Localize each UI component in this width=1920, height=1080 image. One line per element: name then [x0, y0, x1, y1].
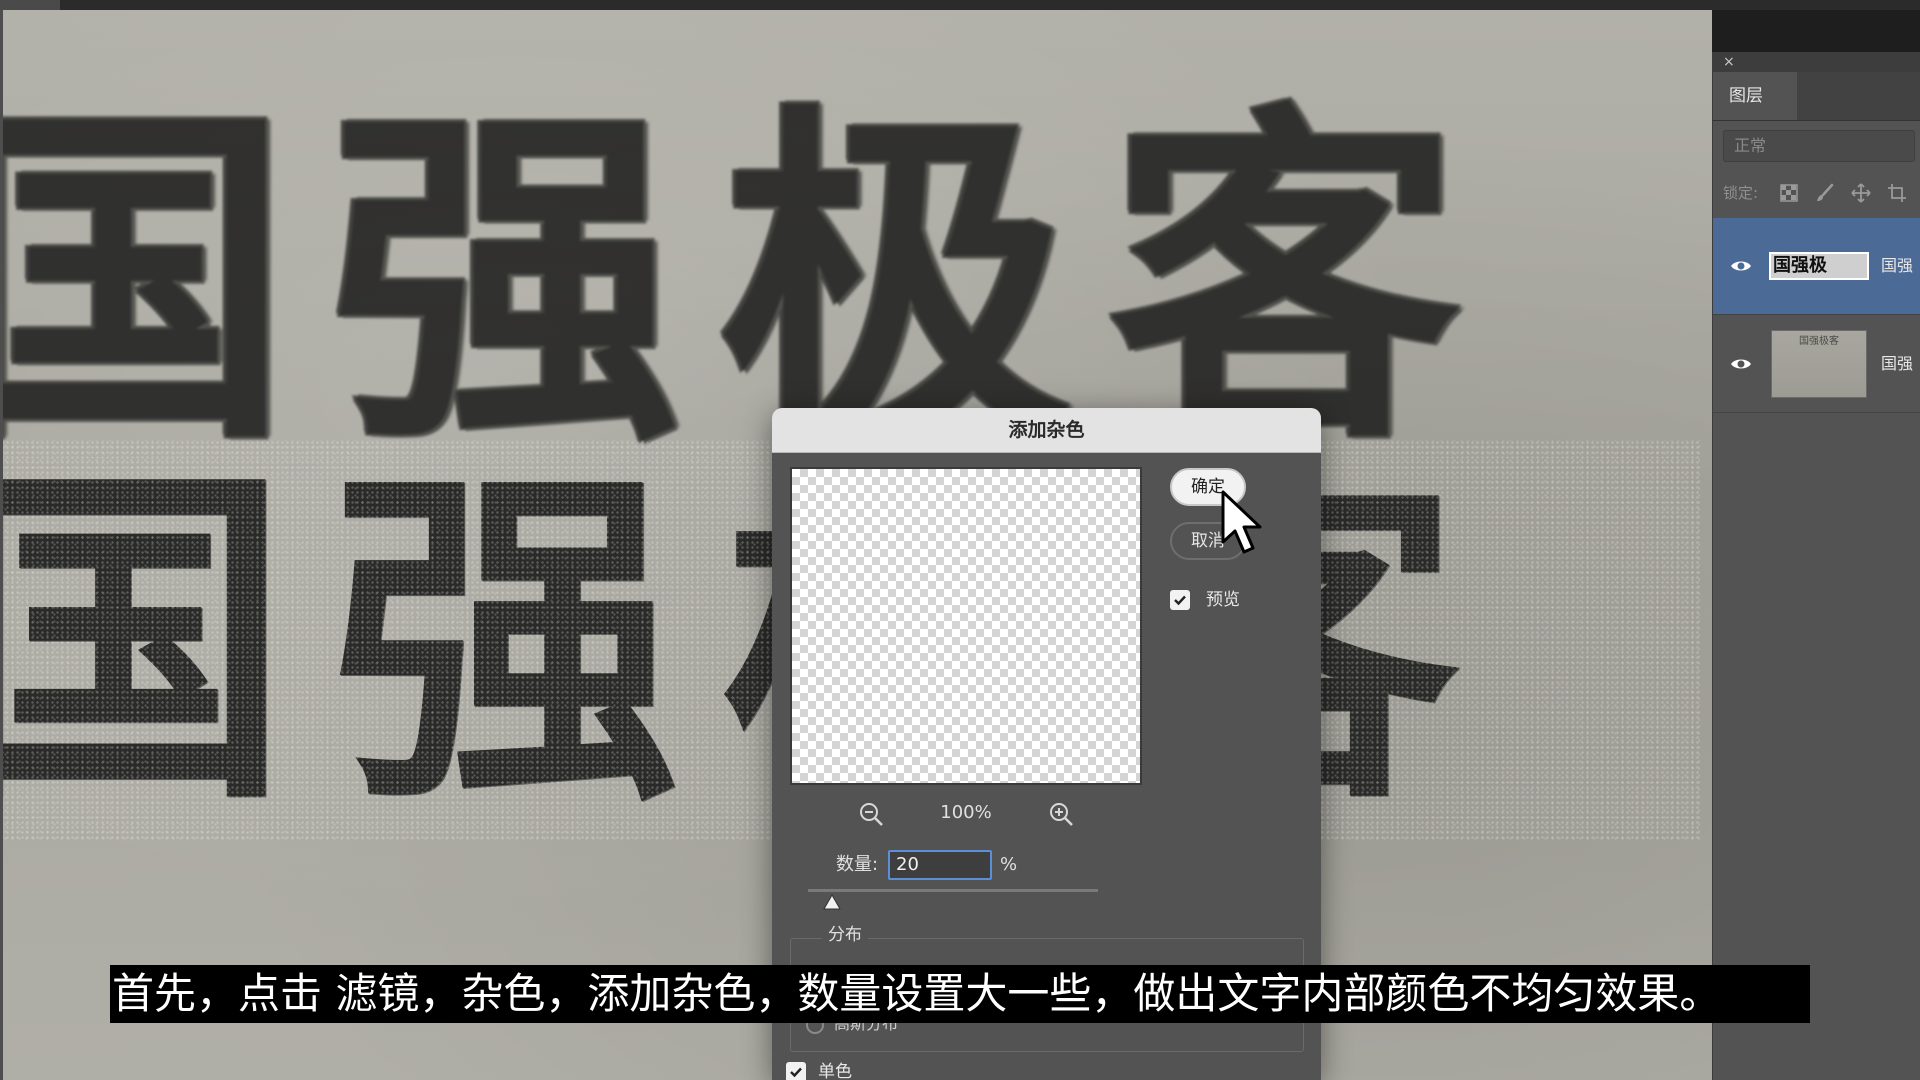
top-bar-tab: [0, 0, 60, 10]
layer-row-image[interactable]: 国强极客 国强: [1713, 316, 1920, 413]
layer-row-text[interactable]: 国强极 国强: [1713, 218, 1920, 315]
dialog-title: 添加杂色: [772, 408, 1321, 453]
preview-label: 预览: [1206, 590, 1240, 610]
zoom-out-icon[interactable]: [858, 801, 884, 827]
mouse-pointer-icon: [1221, 490, 1262, 554]
lock-brush-icon[interactable]: [1815, 183, 1835, 203]
amount-unit: %: [1000, 854, 1018, 875]
monochromatic-checkbox[interactable]: [786, 1062, 806, 1080]
monochromatic-label: 单色: [818, 1062, 852, 1080]
layers-panel: × 图层 正常 锁定: 国强极 国强 国强极客 国强: [1712, 52, 1920, 1080]
lock-row: 锁定:: [1723, 178, 1920, 208]
top-bar: [0, 0, 1920, 10]
layer-name[interactable]: 国强: [1881, 254, 1913, 278]
canvas-edge: [0, 10, 3, 1080]
panel-tab-bar: 图层: [1713, 72, 1920, 121]
subtitle-caption: 首先，点击 滤镜，杂色，添加杂色，数量设置大一些，做出文字内部颜色不均匀效果。: [110, 965, 1810, 1023]
zoom-in-icon[interactable]: [1048, 801, 1074, 827]
checkbox-check-icon: [790, 1067, 802, 1078]
amount-input[interactable]: 20: [888, 850, 992, 880]
eye-icon[interactable]: [1729, 352, 1753, 376]
close-icon[interactable]: ×: [1723, 53, 1735, 71]
layer-name[interactable]: 国强: [1881, 352, 1913, 376]
slider-thumb-icon[interactable]: [822, 894, 841, 910]
checkbox-check-icon: [1174, 595, 1186, 606]
eye-icon[interactable]: [1729, 254, 1753, 278]
amount-slider-track[interactable]: [808, 889, 1098, 892]
distribution-label: 分布: [822, 920, 868, 950]
lock-transparent-icon[interactable]: [1779, 183, 1799, 203]
panel-titlebar: ×: [1713, 52, 1920, 72]
lock-move-icon[interactable]: [1851, 183, 1871, 203]
layer-thumbnail: 国强极: [1769, 252, 1869, 280]
zoom-level: 100%: [940, 802, 992, 823]
amount-label: 数量:: [836, 854, 879, 875]
tab-layers[interactable]: 图层: [1713, 72, 1797, 120]
photoshop-window: 国强极客 国强极客 × 图层 正常 锁定: 国强极 国强 国强极客 国强 添加杂…: [0, 0, 1920, 1080]
lock-artboard-icon[interactable]: [1887, 183, 1907, 203]
blend-mode-select[interactable]: 正常: [1723, 130, 1915, 162]
preview-checkbox[interactable]: [1170, 590, 1190, 610]
zoom-controls: 100%: [790, 793, 1142, 833]
preview-area[interactable]: [790, 467, 1142, 785]
lock-label: 锁定:: [1723, 184, 1759, 202]
layer-thumbnail: 国强极客: [1771, 330, 1867, 398]
